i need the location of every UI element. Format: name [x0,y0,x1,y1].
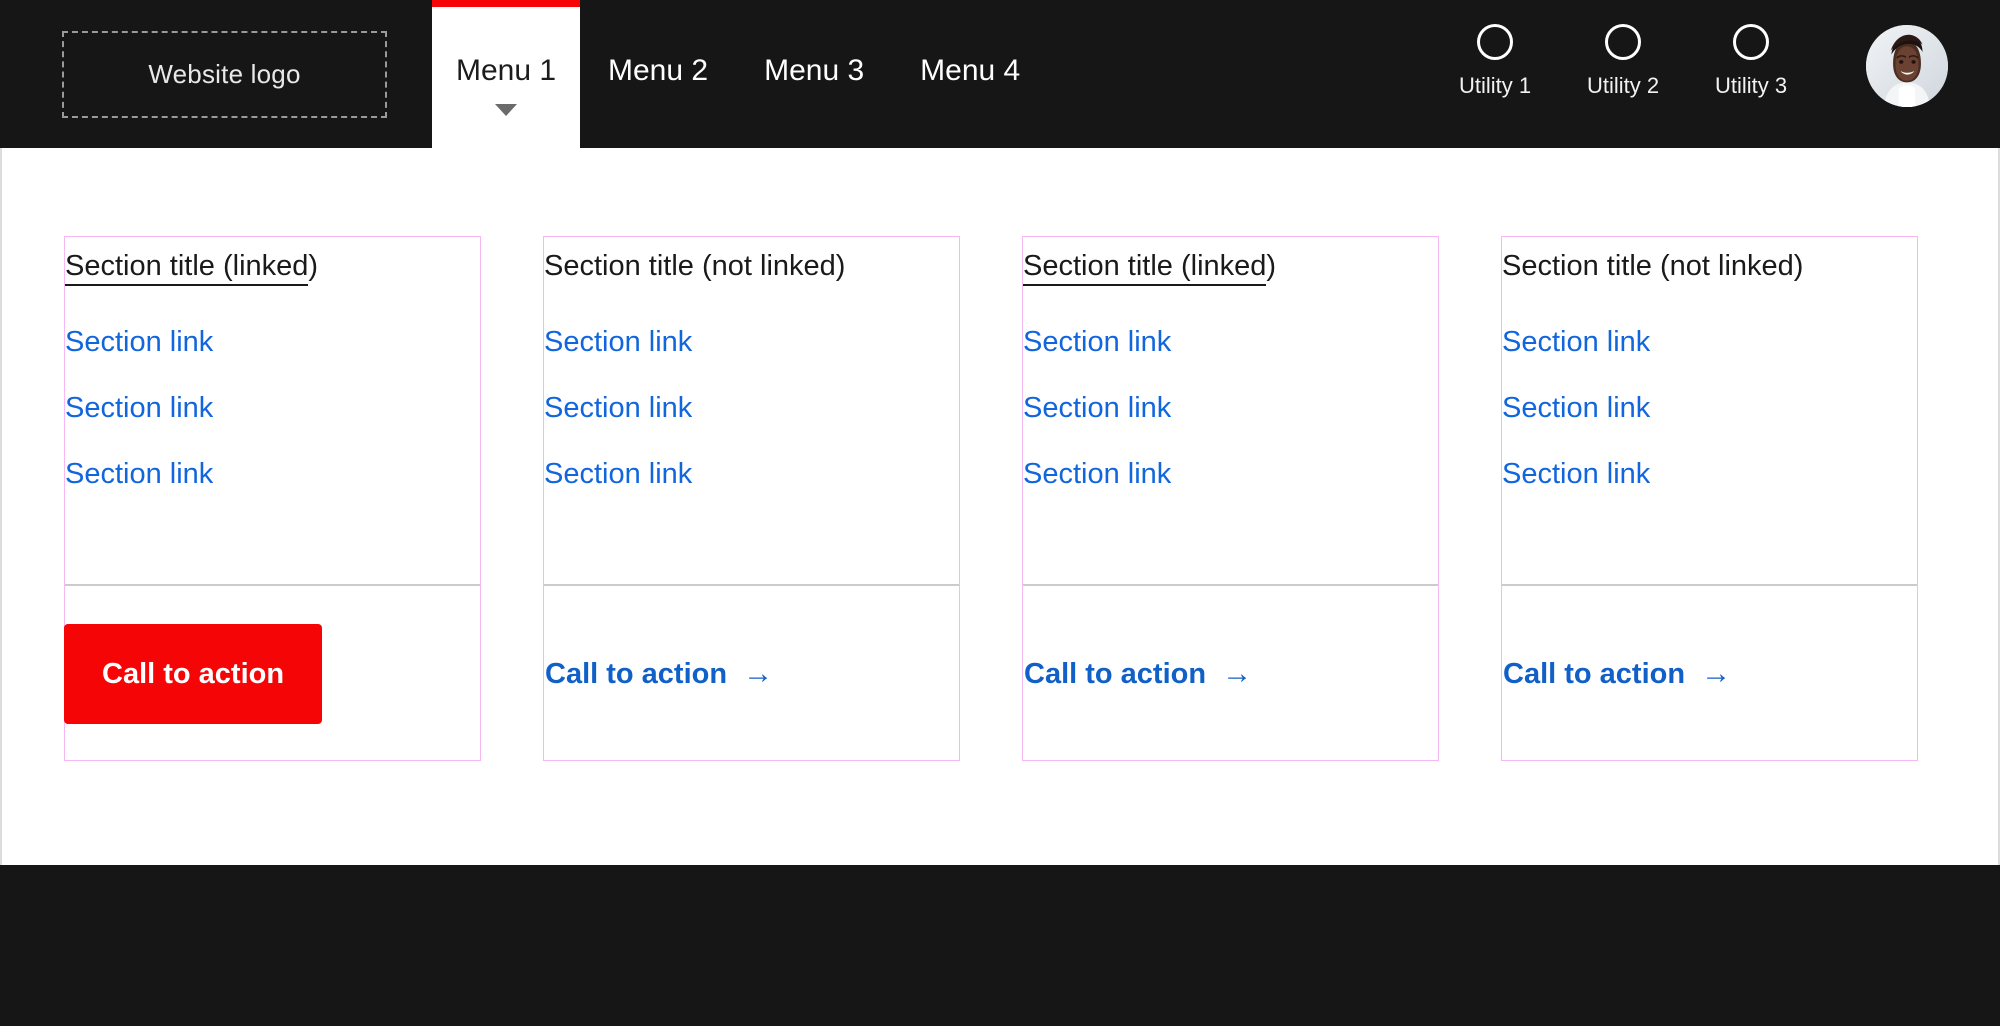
section-title-linked[interactable]: Section title (linked) [65,251,318,283]
mega-menu-columns: Section title (linked) Section link Sect… [64,236,1940,761]
section-link[interactable]: Section link [544,459,959,491]
section-link[interactable]: Section link [65,327,480,359]
call-to-action-link[interactable]: Call to action → [544,658,773,691]
column-cta-area: Call to action → [544,586,959,762]
utility-item-label: Utility 3 [1715,73,1787,99]
section-title-linked[interactable]: Section title (linked) [1023,251,1276,283]
website-logo-label: Website logo [148,59,300,90]
utility-item-1[interactable]: Utility 1 [1431,24,1559,99]
user-avatar[interactable] [1866,25,1948,107]
nav-item-label: Menu 4 [920,56,1020,86]
circle-outline-icon [1605,24,1641,60]
arrow-right-icon: → [1222,659,1252,689]
section-title-tail: ) [308,250,318,282]
mega-menu-panel: Section title (linked) Section link Sect… [0,148,2000,865]
section-title-text: Section title (not linked) [1502,250,1803,282]
section-link[interactable]: Section link [544,327,959,359]
utility-item-2[interactable]: Utility 2 [1559,24,1687,99]
primary-navigation: Menu 1 Menu 2 Menu 3 Menu 4 [432,0,1048,148]
utility-item-label: Utility 2 [1587,73,1659,99]
section-title-text: Section title (linked [65,250,308,286]
mega-menu-column: Section title (linked) Section link Sect… [64,236,481,761]
section-link[interactable]: Section link [65,393,480,425]
section-link[interactable]: Section link [1502,327,1917,359]
section-title-tail: ) [1266,250,1276,282]
site-header: Website logo Menu 1 Menu 2 Menu 3 Menu 4… [0,0,2000,148]
column-cta-area: Call to action [65,586,480,762]
nav-item-menu-3[interactable]: Menu 3 [736,0,892,148]
site-footer [0,865,2000,1026]
column-cta-area: Call to action → [1502,586,1917,762]
section-link[interactable]: Section link [65,459,480,491]
call-to-action-label: Call to action [545,658,727,691]
call-to-action-label: Call to action [1503,658,1685,691]
user-avatar-photo [1866,25,1948,107]
utility-item-label: Utility 1 [1459,73,1531,99]
circle-outline-icon [1733,24,1769,60]
arrow-right-icon: → [1701,659,1731,689]
nav-item-label: Menu 1 [456,56,556,86]
section-link[interactable]: Section link [544,393,959,425]
section-title-text: Section title (not linked) [544,250,845,282]
arrow-right-icon: → [743,659,773,689]
call-to-action-link[interactable]: Call to action → [1023,658,1252,691]
section-link[interactable]: Section link [1502,393,1917,425]
column-links-group: Section title (not linked) Section link … [1502,237,1917,584]
utility-navigation: Utility 1 Utility 2 Utility 3 [1431,24,1815,99]
active-tab-accent-bar [432,0,580,7]
mega-menu-column: Section title (linked) Section link Sect… [1022,236,1439,761]
section-link[interactable]: Section link [1502,459,1917,491]
column-links-group: Section title (linked) Section link Sect… [1023,237,1438,584]
section-link[interactable]: Section link [1023,459,1438,491]
utility-item-3[interactable]: Utility 3 [1687,24,1815,99]
section-title-text: Section title (linked [1023,250,1266,286]
column-cta-area: Call to action → [1023,586,1438,762]
mega-menu-column: Section title (not linked) Section link … [543,236,960,761]
nav-item-menu-1[interactable]: Menu 1 [432,0,580,148]
circle-outline-icon [1477,24,1513,60]
call-to-action-label: Call to action [1024,658,1206,691]
page-root: Website logo Menu 1 Menu 2 Menu 3 Menu 4… [0,0,2000,1026]
section-title-static: Section title (not linked) [544,251,845,283]
call-to-action-button[interactable]: Call to action [64,624,322,724]
section-link[interactable]: Section link [1023,393,1438,425]
nav-item-label: Menu 3 [764,56,864,86]
column-links-group: Section title (not linked) Section link … [544,237,959,584]
section-title-static: Section title (not linked) [1502,251,1803,283]
call-to-action-link[interactable]: Call to action → [1502,658,1731,691]
column-links-group: Section title (linked) Section link Sect… [65,237,480,584]
section-link[interactable]: Section link [1023,327,1438,359]
mega-menu-column: Section title (not linked) Section link … [1501,236,1918,761]
chevron-down-icon [495,104,517,116]
website-logo-placeholder[interactable]: Website logo [62,31,387,118]
nav-item-menu-2[interactable]: Menu 2 [580,0,736,148]
nav-item-label: Menu 2 [608,56,708,86]
nav-item-menu-4[interactable]: Menu 4 [892,0,1048,148]
